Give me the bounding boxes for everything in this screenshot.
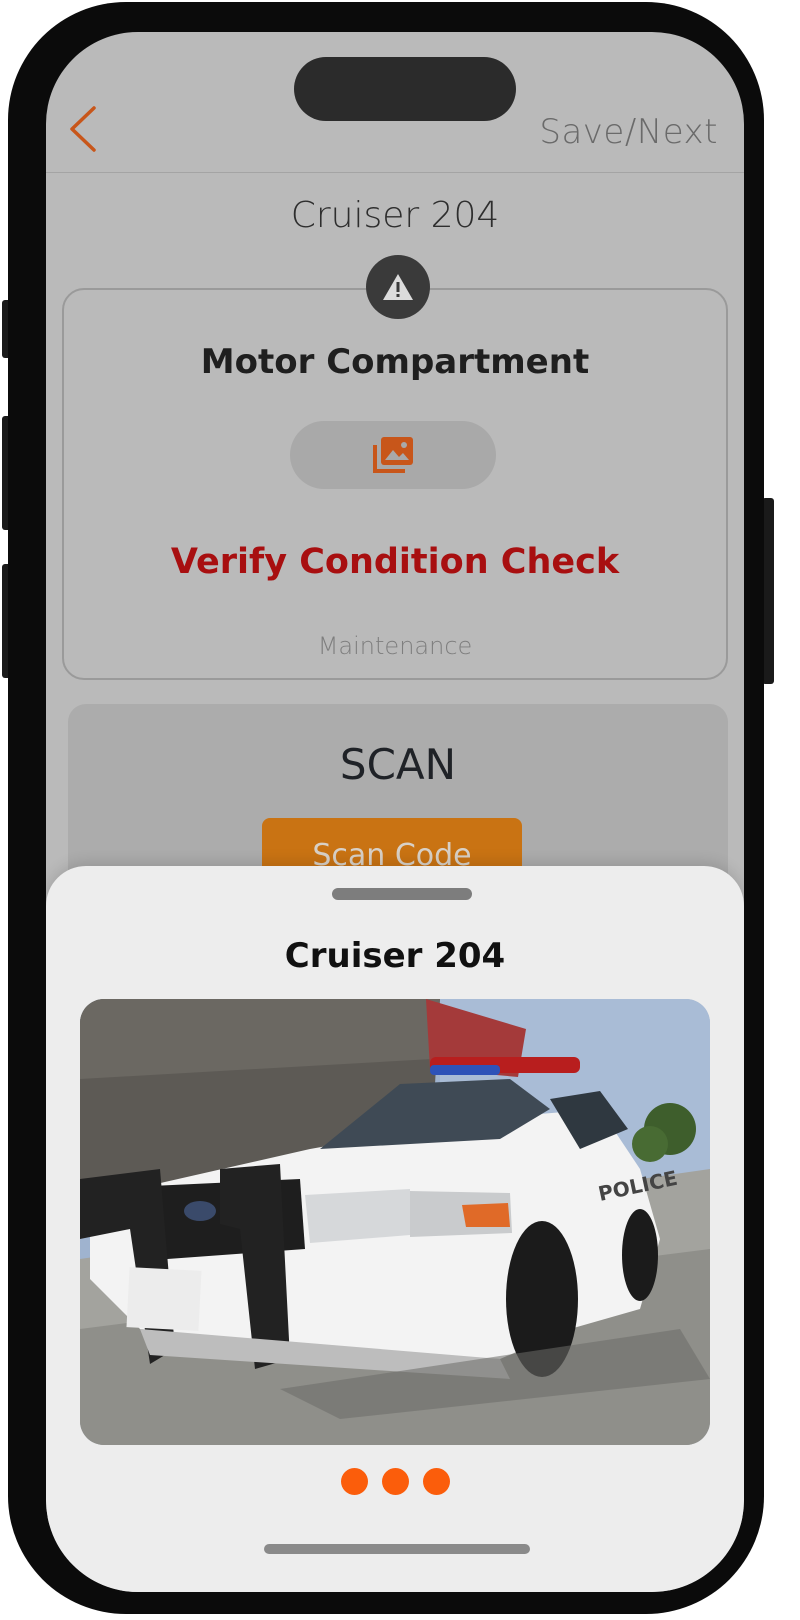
page-dot-2[interactable]	[381, 1468, 409, 1495]
check-item-card[interactable]: Motor Compartment Verify Condition Check…	[62, 288, 728, 680]
add-photo-button[interactable]	[290, 421, 496, 489]
photo-library-icon	[373, 437, 413, 473]
home-indicator[interactable]	[264, 1544, 530, 1554]
back-button[interactable]	[66, 104, 100, 154]
sheet-title: Cruiser 204	[284, 936, 506, 976]
check-category-label: Maintenance	[317, 632, 473, 660]
scan-section-title: SCAN	[339, 740, 457, 789]
check-item-title: Motor Compartment	[200, 342, 590, 382]
nav-divider	[46, 172, 744, 173]
chevron-left-icon	[70, 106, 96, 152]
phone-screen: Save/Next Cruiser 204 Motor Compartment	[46, 32, 744, 1592]
dynamic-island	[294, 57, 516, 121]
warning-badge	[366, 255, 430, 319]
save-next-button[interactable]: Save/Next	[539, 112, 718, 152]
vehicle-bottom-sheet: Cruiser 204 POLICE	[46, 866, 744, 1592]
vehicle-photo[interactable]: POLICE	[80, 999, 710, 1445]
police-car-photo: POLICE	[80, 999, 710, 1445]
page-dot-3[interactable]	[422, 1468, 450, 1495]
sheet-drag-handle[interactable]	[332, 888, 472, 900]
vehicle-title: Cruiser 204	[290, 195, 500, 236]
page-indicator	[46, 1468, 744, 1495]
check-status-text: Verify Condition Check	[170, 542, 620, 582]
page-dot-1[interactable]	[340, 1468, 368, 1495]
warning-icon	[383, 274, 413, 300]
phone-frame: Save/Next Cruiser 204 Motor Compartment	[8, 2, 764, 1614]
